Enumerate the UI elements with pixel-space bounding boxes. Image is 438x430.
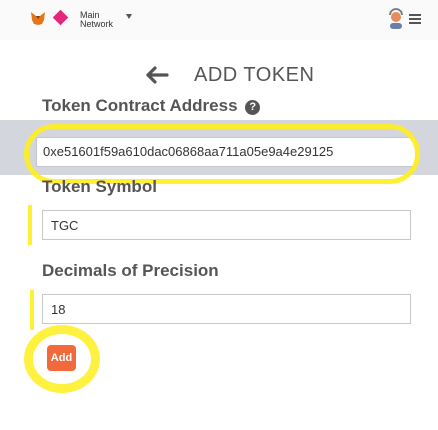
help-icon[interactable]: ? [245, 100, 261, 115]
highlight-mark-decimals [30, 290, 34, 330]
address-label-text: Token Contract Address [42, 96, 238, 115]
add-button[interactable]: Add [47, 345, 76, 371]
page-title: ADD TOKEN [194, 64, 315, 86]
network-diamond-icon[interactable] [52, 9, 69, 26]
metamask-fox-icon[interactable] [30, 10, 46, 26]
decimals-input[interactable]: 18 [42, 294, 411, 324]
back-arrow-icon[interactable] [145, 65, 169, 85]
account-icon[interactable] [387, 7, 405, 31]
highlight-mark-symbol [28, 205, 32, 245]
token-symbol-input[interactable]: TGC [42, 210, 411, 240]
top-bar: Main Network [0, 0, 438, 40]
address-label: Token Contract Address ? [42, 96, 261, 116]
token-address-input[interactable]: 0xe51601f59a610dac06868aa711a05e9a4e2912… [36, 137, 416, 167]
network-name-line2: Network [80, 19, 114, 29]
chevron-down-icon[interactable] [126, 14, 132, 19]
symbol-label: Token Symbol [42, 177, 157, 196]
menu-icon[interactable] [409, 14, 421, 24]
network-selector[interactable]: Main Network [80, 11, 113, 29]
decimals-label: Decimals of Precision [42, 261, 219, 280]
